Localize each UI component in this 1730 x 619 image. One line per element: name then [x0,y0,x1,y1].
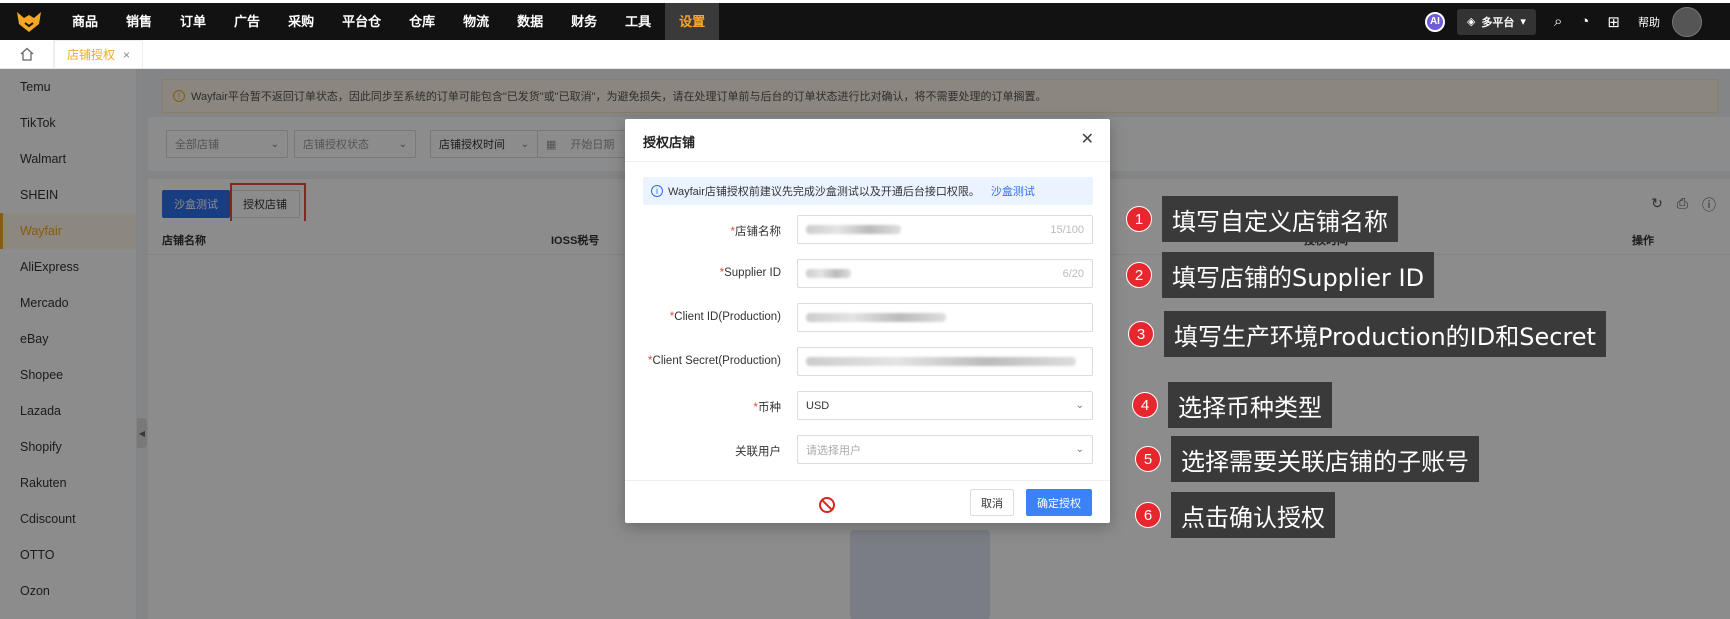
annotation-6: 6 点击确认授权 [1135,492,1335,538]
field-linked-user: 关联用户 请选择用户 ⌄ [625,435,1110,465]
annotation-5: 5 选择需要关联店铺的子账号 [1135,436,1479,482]
info-text: Wayfair店铺授权前建议先完成沙盒测试以及开通后台接口权限。 [668,186,980,198]
currency-value: USD [806,399,830,412]
annotation-number: 3 [1128,321,1154,347]
annotation-text: 填写生产环境Production的ID和Secret [1164,311,1606,357]
annotation-2: 2 填写店铺的Supplier ID [1126,252,1435,298]
field-label: *币种 [754,399,781,415]
nav-item[interactable]: 广告 [220,3,274,40]
nav-item[interactable]: 仓库 [395,3,449,40]
field-label: *Client Secret(Production) [648,355,781,367]
currency-select[interactable]: USD ⌄ [797,391,1093,420]
tab-label: 店铺授权 [67,48,116,62]
home-tab[interactable] [0,40,54,68]
main-nav: 商品 销售 订单 广告 采购 平台仓 仓库 物流 数据 财务 工具 设置 [58,3,720,40]
annotation-text: 填写店铺的Supplier ID [1162,252,1435,298]
char-count: 6/20 [1062,267,1084,280]
annotation-4: 4 选择币种类型 [1132,382,1332,428]
linked-user-placeholder: 请选择用户 [806,444,861,457]
annotation-number: 6 [1135,502,1161,528]
nav-item[interactable]: 财务 [557,3,611,40]
nav-item[interactable]: 设置 [665,3,720,40]
field-label: *Client ID(Production) [670,311,781,323]
nav-item[interactable]: 物流 [449,3,503,40]
blurred-value [806,269,851,278]
top-navbar: 商品 销售 订单 广告 采购 平台仓 仓库 物流 数据 财务 工具 设置 AI ◈ 多平台 ▾ ⌕ ◔… [0,0,1730,40]
annotation-number: 5 [1135,446,1161,472]
blurred-value [806,225,901,234]
top-right-tools: AI ◈ 多平台 ▾ ⌕ ◔ ⊞ 帮助 [1424,3,1730,40]
annotation-text: 点击确认授权 [1171,492,1335,538]
app-logo[interactable] [0,3,58,40]
chevron-down-icon: ⌄ [1075,444,1084,455]
field-supplier-id: *Supplier ID 6/20 [625,259,1110,289]
tab-store-auth[interactable]: 店铺授权 × [54,40,144,68]
client-id-input[interactable] [797,303,1093,332]
confirm-authorize-button[interactable]: 确定授权 [1026,489,1092,516]
blurred-value [806,357,1076,366]
ai-assistant-button[interactable]: AI [1424,11,1445,32]
field-label: *Supplier ID [720,267,781,279]
divider [625,161,1110,162]
help-link[interactable]: 帮助 [1638,14,1660,30]
linked-user-select[interactable]: 请选择用户 ⌄ [797,435,1093,464]
not-allowed-cursor-icon [819,497,835,513]
annotation-text: 选择币种类型 [1168,382,1332,428]
nav-item[interactable]: 数据 [503,3,557,40]
field-label: *店铺名称 [731,223,781,239]
search-icon[interactable]: ⌕ [1554,13,1562,30]
annotation-number: 1 [1126,206,1152,232]
annotation-text: 选择需要关联店铺的子账号 [1171,436,1479,482]
info-icon: i [651,185,663,197]
nav-item[interactable]: 销售 [112,3,166,40]
home-icon [20,47,33,61]
label-text: 关联用户 [735,446,781,458]
authorize-store-dialog: 授权店铺 ✕ i Wayfair店铺授权前建议先完成沙盒测试以及开通后台接口权限… [625,119,1110,523]
caret-down-icon: ▾ [1520,16,1526,28]
char-count: 15/100 [1050,223,1084,236]
platform-select-label: 多平台 [1481,16,1515,29]
annotation-text: 填写自定义店铺名称 [1162,196,1398,242]
close-tab-icon[interactable]: × [123,48,130,62]
blurred-value [806,313,946,322]
label-text: 币种 [758,402,781,414]
label-text: Supplier ID [724,267,781,279]
nav-item[interactable]: 工具 [611,3,665,40]
client-secret-input[interactable] [797,347,1093,376]
headset-icon[interactable]: ◔ [1580,13,1589,30]
supplier-id-input[interactable]: 6/20 [797,259,1093,288]
field-label: 关联用户 [735,443,781,459]
field-client-secret: *Client Secret(Production) [625,347,1110,377]
label-text: Client ID(Production) [674,311,781,323]
cancel-button[interactable]: 取消 [970,489,1014,516]
info-alert: i Wayfair店铺授权前建议先完成沙盒测试以及开通后台接口权限。 沙盒测试 [643,177,1093,205]
store-name-input[interactable]: 15/100 [797,215,1093,244]
annotation-1: 1 填写自定义店铺名称 [1126,196,1398,242]
user-avatar[interactable] [1672,6,1702,37]
chevron-down-icon: ⌄ [1075,400,1084,411]
page-tabs: 店铺授权 × [0,40,1730,69]
nav-item[interactable]: 采购 [274,3,328,40]
layers-icon: ◈ [1466,16,1476,28]
field-client-id: *Client ID(Production) [625,303,1110,333]
nav-item[interactable]: 订单 [166,3,220,40]
apps-grid-icon[interactable]: ⊞ [1607,13,1620,31]
label-text: Client Secret(Production) [652,355,781,367]
annotation-number: 4 [1132,392,1158,418]
sandbox-test-link[interactable]: 沙盒测试 [991,183,1035,199]
label-text: 店铺名称 [735,226,781,238]
nav-item[interactable]: 商品 [58,3,112,40]
footer-divider [625,480,1110,481]
field-currency: *币种 USD ⌄ [625,391,1110,421]
annotation-number: 2 [1126,262,1152,288]
annotation-3: 3 填写生产环境Production的ID和Secret [1128,311,1606,357]
dialog-title: 授权店铺 [643,135,696,150]
field-store-name: *店铺名称 15/100 [625,215,1110,245]
nav-item[interactable]: 平台仓 [328,3,395,40]
platform-select[interactable]: ◈ 多平台 ▾ [1456,8,1536,35]
close-icon[interactable]: ✕ [1081,129,1094,149]
